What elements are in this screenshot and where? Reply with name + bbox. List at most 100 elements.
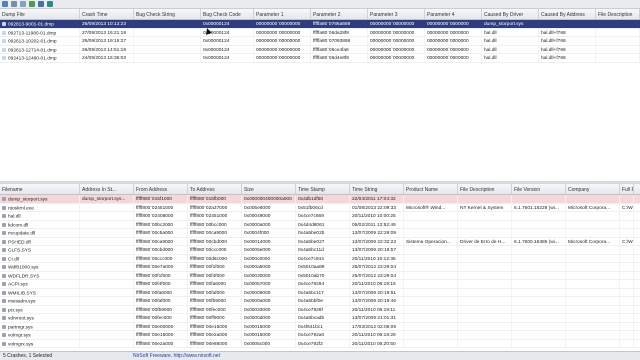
table-cell [566, 220, 620, 228]
cell-text: fffff880`00faf000 [136, 299, 171, 304]
crash-list-body[interactable]: 092813-9001-01.dmp 28/09/2013 10:13:23 0x0… [0, 20, 640, 63]
table-row[interactable]: volmgr.sys fffff880`00e15000 fffff880`00e2… [0, 331, 640, 340]
driver-list[interactable]: Filename Address In St... From Address To A… [0, 184, 640, 351]
exit-icon[interactable] [47, 1, 53, 7]
column-header[interactable]: File Description [458, 184, 512, 194]
table-row[interactable]: vdrvroot.sys fffff880`00fec000 fffff880`00… [0, 314, 640, 323]
table-row[interactable]: 092613-12714-01.dmp 26/09/2013 14:51:19 0x… [0, 45, 640, 54]
column-header[interactable]: Bug Check String [134, 9, 201, 19]
table-row[interactable]: PSHED.dll fffff880`00ca9000 fffff880`00cbd… [0, 237, 640, 246]
column-header[interactable]: Parameter 4 [425, 9, 482, 19]
table-cell: 13/07/2009 22:29:09 [350, 229, 404, 237]
table-row[interactable]: CI.dll fffff880`00ccc000 fffff880`00d8c000… [0, 254, 640, 263]
table-row[interactable]: volmgrx.sys fffff880`00e2a000 fffff880`00e… [0, 339, 640, 348]
table-cell [80, 254, 134, 262]
table-cell [134, 37, 201, 45]
table-cell: CLFS.SYS [0, 246, 80, 254]
column-header[interactable]: Filename [0, 184, 80, 194]
about-icon[interactable] [38, 1, 44, 7]
table-cell: 0x4a5bbf0e [296, 297, 350, 305]
table-cell [512, 288, 566, 296]
table-cell [458, 271, 512, 279]
column-header[interactable]: Crash Time [80, 9, 134, 19]
table-row[interactable]: 092713-11980-01.dmp 27/09/2013 16:21:19 0x… [0, 28, 640, 37]
table-cell: 0x00014000 [242, 237, 296, 245]
table-row[interactable]: mcupdate.dll fffff880`00c5a000 fffff880`00… [0, 229, 640, 238]
table-row[interactable]: WDFLDR.SYS fffff880`00f1f000 fffff880`00f4… [0, 271, 640, 280]
cell-text: fffff880`00e7a000 [136, 265, 174, 270]
cell-text: 092413-12480-01.dmp [8, 56, 57, 62]
column-header[interactable]: Size [242, 184, 296, 194]
crash-list[interactable]: Dump File Crash Time Bug Check String Bug C… [0, 9, 640, 181]
cell-text: dump_storport.sys [8, 197, 48, 203]
table-row[interactable]: CLFS.SYS fffff880`00cbd000 fffff880`00ccc0… [0, 246, 640, 255]
table-cell: 0x4a5bc11d [296, 246, 350, 254]
column-header[interactable]: Caused By Address [539, 9, 596, 19]
table-row[interactable]: msisadrv.sys fffff880`00faf000 fffff880`00… [0, 297, 640, 306]
table-row[interactable]: pci.sys fffff880`00fb9000 fffff880`00fec00… [0, 305, 640, 314]
column-header[interactable]: File Description [596, 9, 640, 19]
column-header[interactable]: Parameter 1 [254, 9, 311, 19]
column-header[interactable]: Address In St... [80, 184, 134, 194]
table-cell: hal.dll [482, 45, 539, 53]
table-row[interactable]: dump_storport.sys dump_storport.sys... fff… [0, 195, 640, 204]
table-cell [404, 331, 458, 339]
refresh-icon[interactable] [29, 1, 35, 7]
table-cell [404, 229, 458, 237]
table-cell [80, 237, 134, 245]
column-header[interactable]: Company [566, 184, 620, 194]
table-cell: fffff880`00e2a000 [134, 339, 188, 347]
cell-text: fffffa80`06ce4fa8 [313, 47, 349, 53]
column-header[interactable]: Parameter 2 [311, 9, 368, 19]
table-row[interactable]: 092413-12480-01.dmp 24/09/2013 15:36:03 0x… [0, 54, 640, 63]
cell-text: kdcom.dll [8, 222, 29, 228]
column-header[interactable]: Full Pa [620, 184, 634, 194]
driver-list-body[interactable]: dump_storport.sys dump_storport.sys... fff… [0, 195, 640, 348]
table-row[interactable]: hal.dll fffff800`02408000 fffff800`0245100… [0, 212, 640, 221]
cell-text: fffff880`00faf000 [190, 290, 225, 296]
table-cell: 0x0000a000 [242, 220, 296, 228]
cell-text: fffffa80`07093898 [313, 39, 351, 44]
table-row[interactable]: ntoskrnl.exe fffff800`02451000 fffff800`02… [0, 203, 640, 212]
table-cell: 0x00000124 [201, 45, 254, 53]
table-row[interactable]: 092613-10202-01.dmp 26/09/2013 19:15:27 0x… [0, 37, 640, 46]
column-header[interactable]: Product Name [404, 184, 458, 194]
table-cell [458, 263, 512, 271]
nirsoft-link[interactable]: NirSoft Freeware. http://www.nirsoft.net [133, 353, 220, 359]
table-row[interactable]: ACPI.sys fffff880`00f4f000 fffff880`00fa60… [0, 280, 640, 289]
table-cell [566, 195, 620, 203]
table-row[interactable]: kdcom.dll fffff880`00bc2000 fffff880`00bcc… [0, 220, 640, 229]
table-cell: pci.sys [0, 305, 80, 313]
column-header[interactable]: To Address [188, 184, 242, 194]
table-cell [566, 271, 620, 279]
cell-text: 27/09/2013 16:21:19 [82, 30, 127, 36]
column-header[interactable]: Parameter 3 [368, 9, 425, 19]
column-header[interactable]: Time Stamp [296, 184, 350, 194]
table-cell: 0x00015000 [242, 322, 296, 330]
table-row[interactable]: Wdf01000.sys fffff880`00e7a000 fffff880`00… [0, 263, 640, 272]
table-cell: hal.dll [482, 37, 539, 45]
column-header[interactable]: Dump File [0, 9, 80, 19]
table-cell: 17/03/2012 02:06:09 [350, 322, 404, 330]
table-cell: 0x4ce7928f [296, 305, 350, 313]
table-cell: C:\Wi [620, 237, 634, 245]
save-icon[interactable] [2, 1, 8, 7]
column-header[interactable]: Caused By Driver [482, 9, 539, 19]
table-cell: 0x005e6000 [242, 203, 296, 211]
column-header[interactable]: Time String [350, 184, 404, 194]
table-cell [80, 203, 134, 211]
copy-icon[interactable] [11, 1, 17, 7]
properties-icon[interactable] [20, 1, 26, 7]
table-row[interactable]: WMILIB.SYS fffff880`00fa6000 fffff880`00fa… [0, 288, 640, 297]
column-header[interactable]: Bug Check Code [201, 9, 254, 19]
cell-text: fffff880`00fa6000 [190, 282, 226, 287]
table-row[interactable]: 092813-9001-01.dmp 28/09/2013 10:13:23 0x0… [0, 20, 640, 29]
table-cell: 0x4d4d8061 [296, 220, 350, 228]
column-header[interactable]: From Address [134, 184, 188, 194]
column-header[interactable]: File Version [512, 184, 566, 194]
table-row[interactable]: partmgr.sys fffff880`00e00000 fffff880`00e… [0, 322, 640, 331]
table-cell [566, 229, 620, 237]
table-cell: hal.dll [0, 212, 80, 220]
driver-file-icon [2, 214, 6, 218]
table-cell: fffff880`00e2a000 [188, 331, 242, 339]
